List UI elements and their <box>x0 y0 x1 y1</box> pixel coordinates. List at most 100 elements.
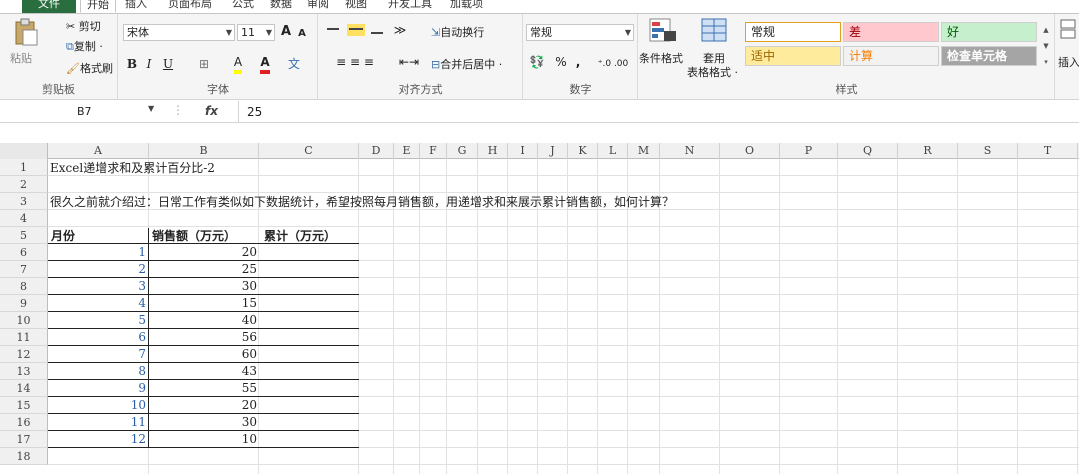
tab-review[interactable]: 审阅 <box>307 0 329 13</box>
cell-cumulative[interactable] <box>259 278 359 295</box>
cell-sales[interactable]: 20 <box>149 397 259 414</box>
column-header-b[interactable]: B <box>149 143 259 159</box>
indent-buttons[interactable]: ⇤⇥ <box>391 54 427 70</box>
cell-month[interactable]: 12 <box>48 431 149 448</box>
cell-a1-title[interactable]: Excel递增求和及累计百分比-2 <box>50 160 215 176</box>
conditional-format-button[interactable] <box>645 17 681 77</box>
column-header-c[interactable]: C <box>259 143 359 159</box>
cell-sales[interactable]: 30 <box>149 414 259 431</box>
tab-page-layout[interactable]: 页面布局 <box>168 0 212 13</box>
style-neutral[interactable]: 适中 <box>745 46 841 66</box>
column-header-k[interactable]: K <box>568 143 598 159</box>
cell-cumulative[interactable] <box>259 261 359 278</box>
cell-sales[interactable]: 15 <box>149 295 259 312</box>
cell-sales[interactable]: 60 <box>149 346 259 363</box>
cell-cumulative[interactable] <box>259 363 359 380</box>
format-painter-button[interactable]: 🖌格式刷 <box>66 60 113 76</box>
underline-button[interactable]: U <box>161 56 175 72</box>
style-bad[interactable]: 差 <box>843 22 939 42</box>
style-check-cell[interactable]: 检查单元格 <box>941 46 1037 66</box>
styles-scroll-button[interactable]: ▲ ▼ ▾ <box>1040 22 1052 70</box>
select-all-corner[interactable] <box>0 143 48 159</box>
tab-developer[interactable]: 开发工具 <box>388 0 432 13</box>
row-header-9[interactable]: 9 <box>0 295 48 312</box>
column-header-a[interactable]: A <box>48 143 149 159</box>
row-header-6[interactable]: 6 <box>0 244 48 261</box>
row-header-17[interactable]: 17 <box>0 431 48 448</box>
merge-center-button[interactable]: ⊟合并后居中 · <box>431 56 502 72</box>
column-header-l[interactable]: L <box>598 143 628 159</box>
tab-insert[interactable]: 插入 <box>125 0 147 13</box>
row-header-12[interactable]: 12 <box>0 346 48 363</box>
cell-a3-description[interactable]: 很久之前就介绍过：日常工作有类似如下数据统计，希望按照每月销售额，用递增求和来展… <box>50 194 674 210</box>
style-normal[interactable]: 常规 <box>745 22 841 42</box>
font-color-button[interactable]: A <box>257 54 273 74</box>
font-size-select[interactable]: 11 ▼ <box>237 24 275 41</box>
cell-month[interactable]: 6 <box>48 329 149 346</box>
paste-button[interactable] <box>12 18 40 48</box>
name-box[interactable]: B7 <box>22 104 156 120</box>
header-sales[interactable]: 销售额（万元） <box>149 228 259 244</box>
orientation-button[interactable]: ≫ <box>389 22 411 38</box>
row-header-14[interactable]: 14 <box>0 380 48 397</box>
grow-font-button[interactable]: A <box>279 24 293 40</box>
row-header-18[interactable]: 18 <box>0 448 48 465</box>
cell-cumulative[interactable] <box>259 431 359 448</box>
cell-sales[interactable]: 40 <box>149 312 259 329</box>
tab-data[interactable]: 数据 <box>270 0 292 13</box>
column-header-s[interactable]: S <box>958 143 1018 159</box>
column-header-n[interactable]: N <box>660 143 720 159</box>
cell-sales[interactable]: 20 <box>149 244 259 261</box>
cell-cumulative[interactable] <box>259 295 359 312</box>
header-month[interactable]: 月份 <box>48 228 149 244</box>
row-header-3[interactable]: 3 <box>0 193 48 210</box>
cell-month[interactable]: 4 <box>48 295 149 312</box>
cell-month[interactable]: 2 <box>48 261 149 278</box>
cell-cumulative[interactable] <box>259 346 359 363</box>
decimal-buttons[interactable]: ⁺.0 .00 <box>594 56 632 72</box>
column-header-h[interactable]: H <box>478 143 508 159</box>
cell-cumulative[interactable] <box>259 397 359 414</box>
column-header-d[interactable]: D <box>359 143 394 159</box>
cell-month[interactable]: 9 <box>48 380 149 397</box>
cell-cumulative[interactable] <box>259 329 359 346</box>
style-calculation[interactable]: 计算 <box>843 46 939 66</box>
cell-sales[interactable]: 30 <box>149 278 259 295</box>
cell-cumulative[interactable] <box>259 380 359 397</box>
column-header-i[interactable]: I <box>508 143 538 159</box>
cell-sales[interactable]: 10 <box>149 431 259 448</box>
format-as-table-button[interactable] <box>695 17 735 47</box>
cell-month[interactable]: 3 <box>48 278 149 295</box>
cell-month[interactable]: 1 <box>48 244 149 261</box>
paste-label[interactable]: 粘贴 <box>10 50 32 66</box>
column-header-f[interactable]: F <box>420 143 447 159</box>
font-name-select[interactable]: 宋体 ▼ <box>123 24 235 41</box>
cell-cumulative[interactable] <box>259 244 359 261</box>
column-header-o[interactable]: O <box>720 143 780 159</box>
shrink-font-button[interactable]: A <box>296 26 308 42</box>
column-header-q[interactable]: Q <box>838 143 898 159</box>
column-header-j[interactable]: J <box>538 143 568 159</box>
cell-sales[interactable]: 56 <box>149 329 259 346</box>
column-header-e[interactable]: E <box>394 143 420 159</box>
insert-function-button[interactable]: fx <box>205 104 218 118</box>
fill-color-button[interactable]: A <box>229 54 247 74</box>
number-format-select[interactable]: 常规 ▼ <box>526 24 634 41</box>
italic-button[interactable]: I <box>143 56 155 72</box>
cell-sales[interactable]: 25 <box>149 261 259 278</box>
bold-button[interactable]: B <box>125 56 139 72</box>
row-header-8[interactable]: 8 <box>0 278 48 295</box>
row-header-10[interactable]: 10 <box>0 312 48 329</box>
cell-cumulative[interactable] <box>259 312 359 329</box>
conditional-format-label[interactable]: 条件格式 <box>639 50 683 66</box>
copy-button[interactable]: ⧉复制 · <box>66 38 103 54</box>
column-header-r[interactable]: R <box>898 143 958 159</box>
column-header-m[interactable]: M <box>628 143 660 159</box>
row-header-11[interactable]: 11 <box>0 329 48 346</box>
align-buttons[interactable]: ≡ ≡ ≡ <box>325 54 385 70</box>
phonetic-button[interactable]: 文 <box>285 56 303 72</box>
tab-file[interactable]: 文件 <box>22 0 76 13</box>
percent-button[interactable]: % <box>554 54 568 70</box>
tab-formulas[interactable]: 公式 <box>232 0 254 13</box>
row-header-16[interactable]: 16 <box>0 414 48 431</box>
